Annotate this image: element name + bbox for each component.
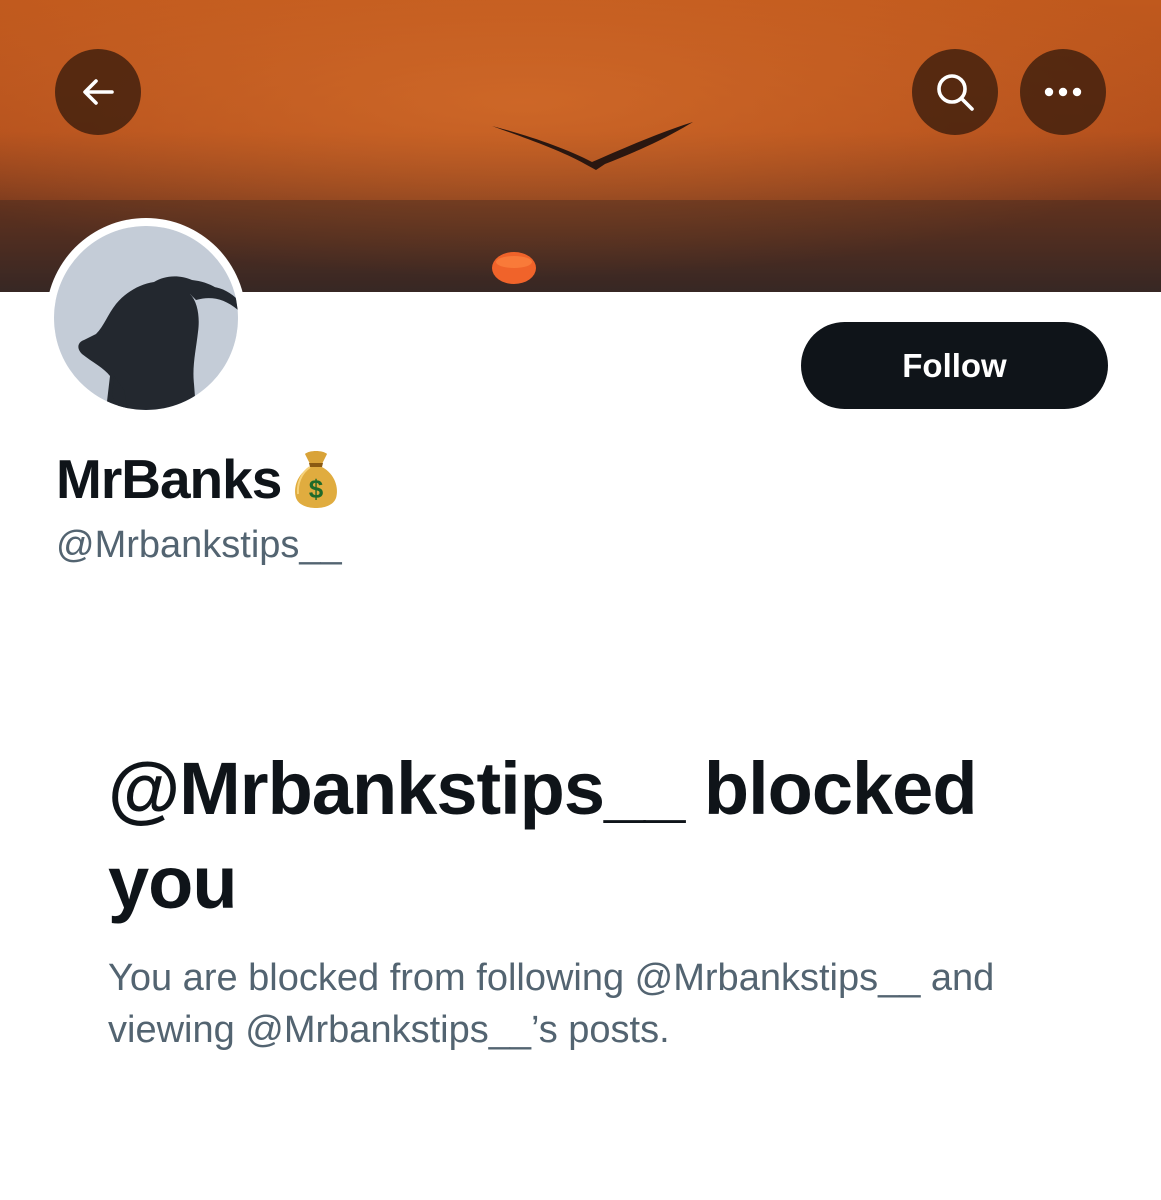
blocked-title: @Mrbankstips__ blocked you <box>108 747 978 924</box>
more-dots-icon <box>1044 87 1082 97</box>
display-name: MrBanks <box>56 448 282 510</box>
back-button[interactable] <box>55 49 141 135</box>
search-button[interactable] <box>912 49 998 135</box>
goat-silhouette-icon <box>54 226 238 410</box>
blocked-description: You are blocked from following @Mrbankst… <box>108 957 995 1051</box>
profile-handle: @Mrbankstips__ <box>56 524 342 566</box>
display-name-row: MrBanks $ <box>56 444 341 514</box>
money-bag-icon: $ <box>295 451 338 508</box>
avatar-image <box>54 226 238 410</box>
arrow-left-icon <box>83 79 114 105</box>
follow-button[interactable]: Follow <box>801 322 1108 409</box>
avatar[interactable] <box>46 218 246 418</box>
search-icon <box>937 74 974 111</box>
svg-text:$: $ <box>309 474 324 504</box>
more-options-button[interactable] <box>1020 49 1106 135</box>
